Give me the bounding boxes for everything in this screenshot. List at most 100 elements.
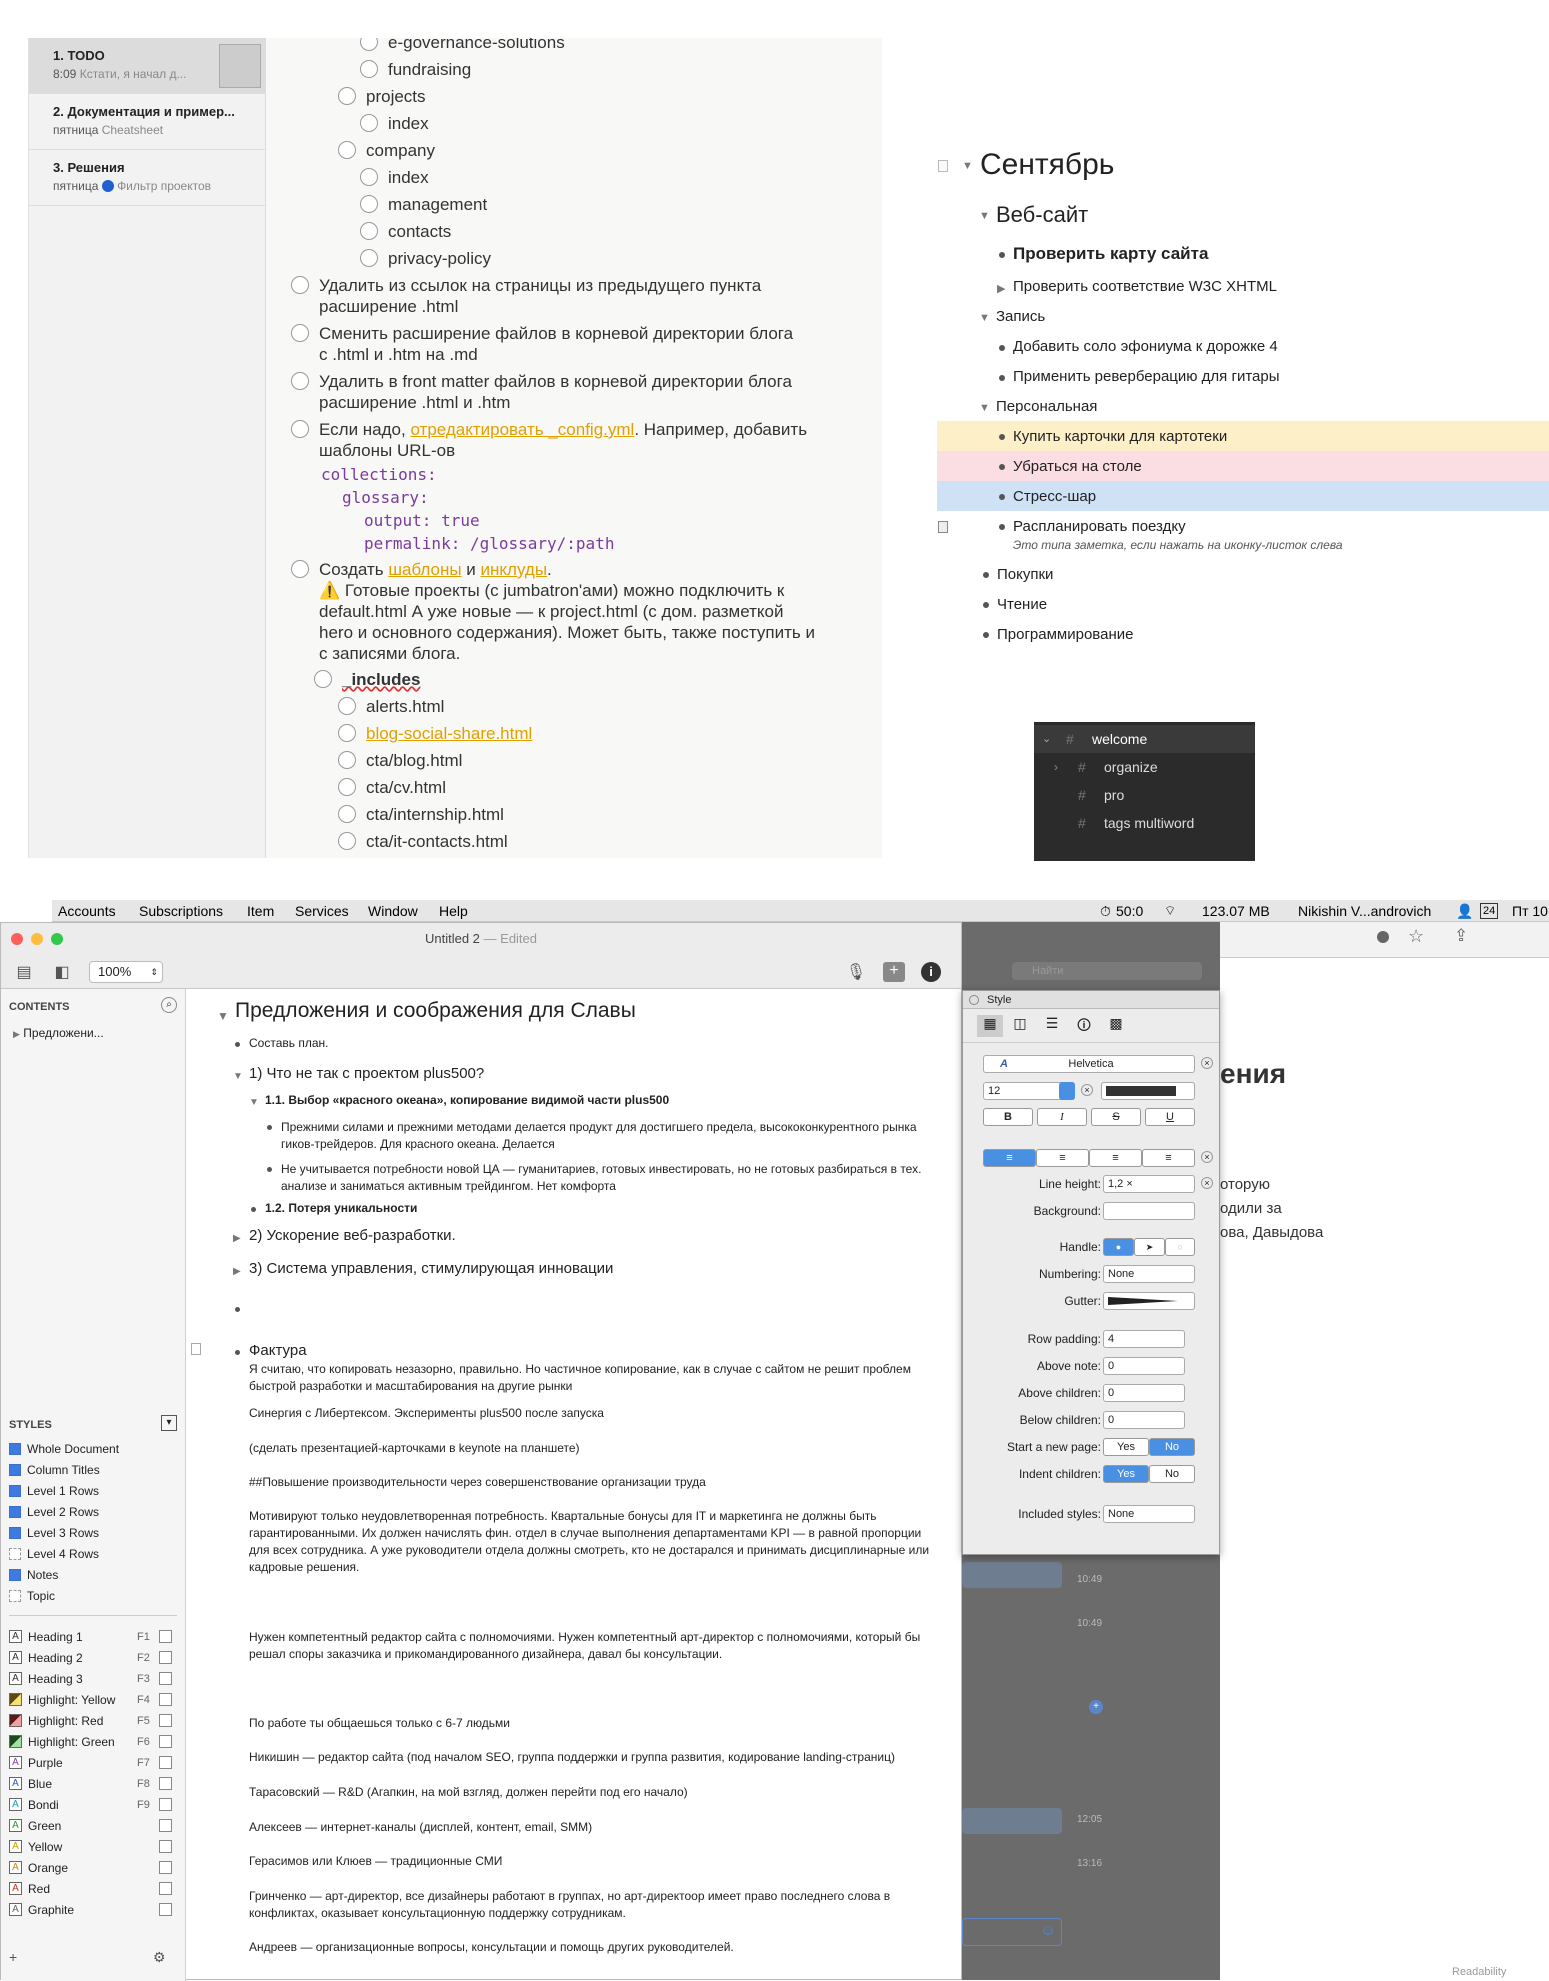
style-checkbox[interactable] xyxy=(159,1840,172,1853)
font-size-field[interactable]: 12 xyxy=(983,1082,1075,1100)
outline-group[interactable]: Персональная xyxy=(996,398,1097,415)
named-style-heading-1[interactable]: A Heading 1 F1 xyxy=(9,1629,179,1645)
style-checkbox[interactable] xyxy=(159,1861,172,1874)
align-right-icon[interactable]: ≡ xyxy=(1089,1149,1142,1167)
clear-icon[interactable]: × xyxy=(1201,1151,1213,1163)
share-icon[interactable]: ⇪ xyxy=(1454,926,1468,946)
memory-readout[interactable]: 123.07 MB xyxy=(1202,900,1270,922)
row-note[interactable]: Синергия с Либертексом. Эксперименты plu… xyxy=(249,1405,604,1422)
menu-accounts[interactable]: Accounts xyxy=(58,900,116,922)
new-page-no-button[interactable]: No xyxy=(1149,1438,1195,1456)
row-note[interactable]: Я считаю, что копировать незазорно, прав… xyxy=(249,1361,911,1395)
row-note[interactable]: Андреев — организационные вопросы, консу… xyxy=(249,1939,734,1956)
named-style-heading-2[interactable]: A Heading 2 F2 xyxy=(9,1650,179,1666)
task-checkbox[interactable] xyxy=(360,249,378,267)
disclosure-triangle-icon[interactable]: ▼ xyxy=(217,1009,229,1023)
chevron-right-icon[interactable]: › xyxy=(1054,753,1058,781)
task-checkbox[interactable] xyxy=(291,420,309,438)
user-name[interactable]: Nikishin V...androvich xyxy=(1298,900,1431,922)
underline-button[interactable]: U xyxy=(1145,1108,1195,1126)
handle-none-icon[interactable]: ○ xyxy=(1165,1238,1195,1256)
emoji-icon[interactable]: ☺ xyxy=(1040,1922,1056,1940)
disclosure-triangle-icon[interactable]: ▼ xyxy=(233,1071,243,1082)
disclosure-triangle-right-icon[interactable]: ▶ xyxy=(233,1266,241,1277)
named-style-highlight-yellow[interactable]: Highlight: Yellow F4 xyxy=(9,1692,179,1708)
menu-help[interactable]: Help xyxy=(439,900,468,922)
clear-icon[interactable]: × xyxy=(1201,1057,1213,1069)
task-item[interactable]: contacts xyxy=(360,221,451,242)
task-checkbox[interactable] xyxy=(360,195,378,213)
task-checkbox[interactable] xyxy=(338,141,356,159)
style-row-whole-document[interactable]: Whole Document xyxy=(9,1441,119,1457)
named-style-purple[interactable]: A Purple F7 xyxy=(9,1755,179,1771)
contents-item[interactable]: ▶ Предложени... xyxy=(13,1025,104,1041)
task-item[interactable]: blog-social-share.html xyxy=(338,723,532,744)
task-item[interactable]: Создать шаблоны и инклуды. xyxy=(291,559,552,580)
task-item[interactable]: projects xyxy=(338,86,426,107)
style-checkbox[interactable] xyxy=(159,1714,172,1727)
styles-menu-icon[interactable]: ▾ xyxy=(161,1415,177,1431)
menu-window[interactable]: Window xyxy=(368,900,418,922)
style-checkbox[interactable] xyxy=(159,1693,172,1706)
calendar-icon[interactable]: 24 xyxy=(1480,903,1499,919)
align-justify-icon[interactable]: ≡ xyxy=(1142,1149,1195,1167)
indent-yes-button[interactable]: Yes xyxy=(1103,1465,1149,1483)
background-tab-icon[interactable]: ▩ xyxy=(1105,1015,1127,1037)
disclosure-triangle-right-icon[interactable]: ▶ xyxy=(13,1029,20,1039)
minimize-button[interactable] xyxy=(31,933,43,945)
outline-heading-2[interactable]: Веб-сайт xyxy=(996,202,1088,228)
named-style-highlight-green[interactable]: Highlight: Green F6 xyxy=(9,1734,179,1750)
disclosure-triangle-icon[interactable]: ▼ xyxy=(962,160,973,172)
document-title[interactable]: Предложения и соображения для Славы xyxy=(235,999,636,1023)
row-padding-field[interactable]: 4 xyxy=(1103,1330,1185,1348)
outline-group[interactable]: Чтение xyxy=(997,596,1047,613)
sidebar-toggle-icon[interactable]: ▤ xyxy=(13,962,35,982)
new-page-yes-button[interactable]: Yes xyxy=(1103,1438,1149,1456)
outline-group[interactable]: Покупки xyxy=(997,566,1053,583)
style-row-level-2[interactable]: Level 2 Rows xyxy=(9,1504,99,1520)
menu-services[interactable]: Services xyxy=(295,900,349,922)
note-item[interactable]: 3. Решения пятница Фильтр проектов xyxy=(29,150,267,206)
task-checkbox[interactable] xyxy=(338,832,356,850)
task-checkbox[interactable] xyxy=(338,724,356,742)
row-note[interactable]: Никишин — редактор сайта (под началом SE… xyxy=(249,1749,895,1766)
star-icon[interactable]: ☆ xyxy=(1408,926,1424,947)
row-note[interactable]: Герасимов или Клюев — традиционные СМИ xyxy=(249,1853,502,1870)
note-editor[interactable]: e-governance-solutions fundraising proje… xyxy=(266,38,882,858)
disclosure-triangle-icon[interactable]: ▼ xyxy=(979,210,990,222)
style-checkbox[interactable] xyxy=(159,1798,172,1811)
task-item[interactable]: index xyxy=(360,167,429,188)
outline-row[interactable]: 3) Система управления, стимулирующая инн… xyxy=(249,1260,613,1277)
task-checkbox[interactable] xyxy=(360,168,378,186)
user-icon[interactable]: 👤 xyxy=(1456,900,1473,922)
disclosure-triangle-right-icon[interactable]: ▶ xyxy=(997,282,1005,295)
task-checkbox[interactable] xyxy=(360,114,378,132)
note-item[interactable]: 1. TODO 8:09 Кстати, я начал д... xyxy=(29,38,267,94)
outline-row[interactable]: 2) Ускорение веб-разработки. xyxy=(249,1227,456,1244)
note-leaf-icon[interactable] xyxy=(938,521,948,533)
search-icon[interactable]: ⌕ xyxy=(161,997,177,1013)
task-checkbox[interactable] xyxy=(338,87,356,105)
timer-readout[interactable]: 50:0 xyxy=(1116,900,1143,922)
task-item[interactable]: privacy-policy xyxy=(360,248,491,269)
task-item[interactable]: Удалить из ссылок на страницы из предыду… xyxy=(291,275,761,317)
outline-row[interactable]: Фактура xyxy=(249,1342,307,1359)
menu-item[interactable]: Item xyxy=(247,900,274,922)
italic-button[interactable]: I xyxy=(1037,1108,1087,1126)
task-checkbox[interactable] xyxy=(314,670,332,688)
row-note[interactable]: Тарасовский — R&D (Агапкин, на мой взгля… xyxy=(249,1784,688,1801)
task-checkbox[interactable] xyxy=(338,751,356,769)
templates-link[interactable]: шаблоны xyxy=(388,560,461,579)
outline-group[interactable]: Запись xyxy=(996,308,1045,325)
outline-item[interactable]: Проверить соответствие W3C XHTML xyxy=(1013,278,1277,295)
document-outline[interactable]: ▼ Предложения и соображения для Славы Со… xyxy=(187,989,961,1981)
style-row-level-1[interactable]: Level 1 Rows xyxy=(9,1483,99,1499)
style-checkbox[interactable] xyxy=(159,1777,172,1790)
document-info-tab-icon[interactable]: 🛈 xyxy=(1073,1015,1095,1037)
named-style-heading-3[interactable]: A Heading 3 F3 xyxy=(9,1671,179,1687)
task-item[interactable]: cta/internship.html xyxy=(338,804,504,825)
style-checkbox[interactable] xyxy=(159,1672,172,1685)
style-toggle-icon[interactable]: ◧ xyxy=(51,962,73,982)
task-checkbox[interactable] xyxy=(338,778,356,796)
background-color-well[interactable] xyxy=(1103,1202,1195,1220)
